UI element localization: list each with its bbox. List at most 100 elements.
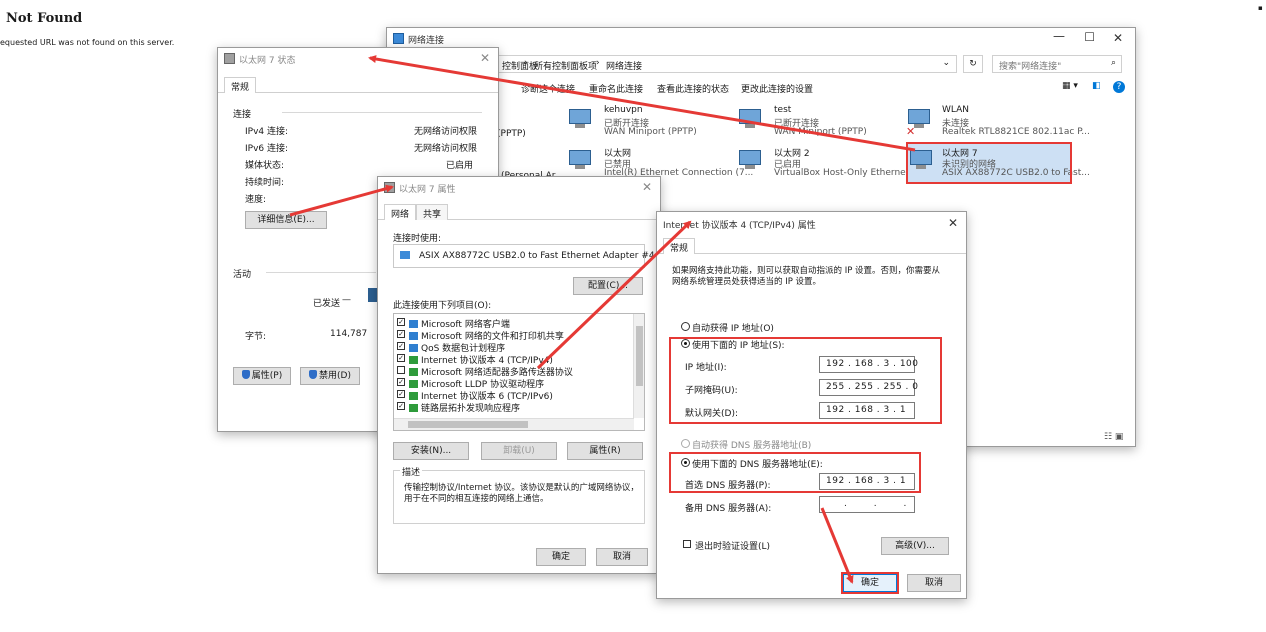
- uninstall-button[interactable]: 卸载(U): [481, 442, 557, 460]
- toolbar-diagnose[interactable]: 诊断这个连接: [521, 82, 575, 95]
- media-state-value: 已启用: [446, 161, 474, 171]
- network-adapter-icon: [737, 150, 763, 170]
- close-icon[interactable]: ✕: [480, 51, 490, 65]
- refresh-button[interactable]: ↻: [963, 55, 983, 73]
- preferred-dns-input[interactable]: 192 . 168 . 3 . 1: [819, 473, 915, 490]
- chevron-down-icon[interactable]: ⌄: [942, 58, 950, 68]
- protocol-icon: [409, 392, 418, 400]
- properties-button[interactable]: 属性(P): [233, 367, 291, 385]
- adapter-box: ASIX AX88772C USB2.0 to Fast Ethernet Ad…: [393, 244, 655, 268]
- close-icon[interactable]: ✕: [948, 216, 958, 230]
- item-checkbox[interactable]: ✓: [397, 378, 405, 386]
- item-checkbox[interactable]: ✓: [397, 390, 405, 398]
- tab-general[interactable]: 常规: [663, 238, 696, 254]
- item-checkbox[interactable]: ✓: [397, 318, 405, 326]
- item-checkbox[interactable]: ✓: [397, 342, 405, 350]
- adapter-ethernet-2[interactable]: 以太网 2 已启用 VirtualBox Host-Only Ethernet …: [737, 146, 921, 180]
- install-button[interactable]: 安装(N)...: [393, 442, 469, 460]
- toolbar-view-status[interactable]: 查看此连接的状态: [657, 82, 729, 95]
- tabbar: 常规: [657, 238, 966, 254]
- titlebar: 以太网 7 状态 ✕: [218, 48, 498, 70]
- breadcrumb-item[interactable]: 所有控制面板项: [534, 59, 597, 72]
- tab-sharing[interactable]: 共享: [416, 204, 449, 220]
- list-item[interactable]: ✓ Microsoft LLDP 协议驱动程序: [397, 377, 627, 390]
- item-checkbox[interactable]: ✓: [397, 402, 405, 410]
- list-item[interactable]: ✓ 链路层拓扑发现响应程序: [397, 401, 627, 414]
- adapter-test[interactable]: test 已断开连接 WAN Miniport (PPTP): [737, 105, 897, 139]
- breadcrumb-item[interactable]: 网络连接: [606, 59, 642, 72]
- adapter-wlan[interactable]: ✕ WLAN 未连接 Realtek RTL8821CE 802.11ac P.…: [906, 105, 1090, 139]
- adapter-name: test: [774, 105, 792, 115]
- network-icon: [393, 33, 404, 44]
- minimize-icon[interactable]: —: [1053, 29, 1065, 43]
- service-icon: [409, 332, 418, 340]
- bytes-label: 字节:: [245, 332, 267, 342]
- auto-ip-radio[interactable]: [681, 322, 690, 331]
- list-item[interactable]: ✓ Internet 协议版本 6 (TCP/IPv6): [397, 389, 627, 402]
- cancel-button[interactable]: 取消: [907, 574, 961, 592]
- ip-address-input[interactable]: 192 . 168 . 3 . 100: [819, 356, 918, 373]
- list-item[interactable]: Microsoft 网络适配器多路传送器协议: [397, 365, 627, 378]
- adapter-ethernet-7[interactable]: 以太网 7 未识别的网络 ASIX AX88772C USB2.0 to Fas…: [908, 144, 1090, 182]
- close-icon[interactable]: ✕: [1113, 31, 1123, 45]
- advanced-button[interactable]: 高级(V)...: [881, 537, 949, 555]
- list-item[interactable]: ✓ Internet 协议版本 4 (TCP/IPv4): [397, 353, 627, 366]
- adapter-kehuvpn[interactable]: kehuvpn 已断开连接 WAN Miniport (PPTP): [567, 105, 727, 139]
- search-icon[interactable]: ⌕: [1111, 58, 1116, 68]
- list-item[interactable]: ✓ QoS 数据包计划程序: [397, 341, 627, 354]
- close-icon[interactable]: ✕: [642, 180, 652, 194]
- protocol-icon: [409, 356, 418, 364]
- item-checkbox[interactable]: ✓: [397, 330, 405, 338]
- window-title: 网络连接: [408, 36, 445, 46]
- manual-dns-label: 使用下面的 DNS 服务器地址(E):: [692, 460, 823, 470]
- manual-dns-radio[interactable]: [681, 458, 690, 467]
- scrollbar-thumb[interactable]: [636, 326, 643, 386]
- ok-button[interactable]: 确定: [843, 574, 897, 592]
- gateway-input[interactable]: 192 . 168 . 3 . 1: [819, 402, 915, 419]
- preview-pane-icon[interactable]: ◧: [1092, 81, 1101, 91]
- validate-checkbox[interactable]: [683, 540, 691, 548]
- view-options-icon[interactable]: ▦ ▾: [1062, 81, 1078, 91]
- vertical-scrollbar[interactable]: [633, 314, 644, 418]
- ok-button[interactable]: 确定: [536, 548, 586, 566]
- item-checkbox[interactable]: [397, 366, 405, 374]
- maximize-icon[interactable]: ☐: [1084, 30, 1095, 44]
- item-properties-button[interactable]: 属性(R): [567, 442, 643, 460]
- sent-dash: —: [342, 295, 351, 305]
- network-adapter-icon: [567, 109, 593, 129]
- media-state-label: 媒体状态:: [245, 161, 285, 171]
- manual-ip-radio[interactable]: [681, 339, 690, 348]
- help-icon[interactable]: ?: [1113, 81, 1125, 93]
- titlebar: Internet 协议版本 4 (TCP/IPv4) 属性 ✕: [657, 212, 966, 234]
- disable-button[interactable]: 禁用(D): [300, 367, 360, 385]
- breadcrumb-item[interactable]: 控制面板: [502, 59, 538, 72]
- alternate-dns-input[interactable]: . . .: [819, 496, 915, 513]
- subnet-mask-label: 子网掩码(U):: [685, 386, 738, 396]
- address-bar[interactable]: 控制面板 › 所有控制面板项 › 网络连接 ⌄: [497, 55, 957, 73]
- view-toggle-icon[interactable]: ☷ ▣: [1104, 432, 1123, 442]
- error-message: equested URL was not found on this serve…: [0, 38, 175, 47]
- tab-general[interactable]: 常规: [224, 77, 257, 93]
- item-checkbox[interactable]: ✓: [397, 354, 405, 362]
- properties-window: 以太网 7 属性 ✕ 网络 共享 连接时使用: ASIX AX88772C US…: [377, 176, 661, 574]
- adapter-ethernet[interactable]: 以太网 已禁用 Intel(R) Ethernet Connection (7.…: [567, 146, 753, 180]
- search-box[interactable]: 搜索"网络连接" ⌕: [992, 55, 1122, 73]
- subnet-mask-input[interactable]: 255 . 255 . 255 . 0: [819, 379, 918, 396]
- adapter-icon: [224, 53, 235, 64]
- details-button[interactable]: 详细信息(E)...: [245, 211, 327, 229]
- configure-button[interactable]: 配置(C)...: [573, 277, 643, 295]
- cancel-button[interactable]: 取消: [596, 548, 648, 566]
- list-item[interactable]: ✓ Microsoft 网络的文件和打印机共享: [397, 329, 627, 342]
- tab-network[interactable]: 网络: [384, 204, 417, 220]
- scrollbar-thumb[interactable]: [408, 421, 528, 428]
- auto-dns-radio[interactable]: [681, 439, 690, 448]
- page-title: Not Found: [6, 11, 83, 26]
- protocol-icon: [409, 368, 418, 376]
- horizontal-scrollbar[interactable]: [394, 418, 634, 430]
- preferred-dns-label: 首选 DNS 服务器(P):: [685, 481, 771, 491]
- adapter-icon: [384, 182, 395, 193]
- section-activity: 活动: [233, 270, 252, 280]
- toolbar-rename[interactable]: 重命名此连接: [589, 82, 643, 95]
- toolbar-change-settings[interactable]: 更改此连接的设置: [741, 82, 813, 95]
- list-item[interactable]: ✓ Microsoft 网络客户端: [397, 317, 627, 330]
